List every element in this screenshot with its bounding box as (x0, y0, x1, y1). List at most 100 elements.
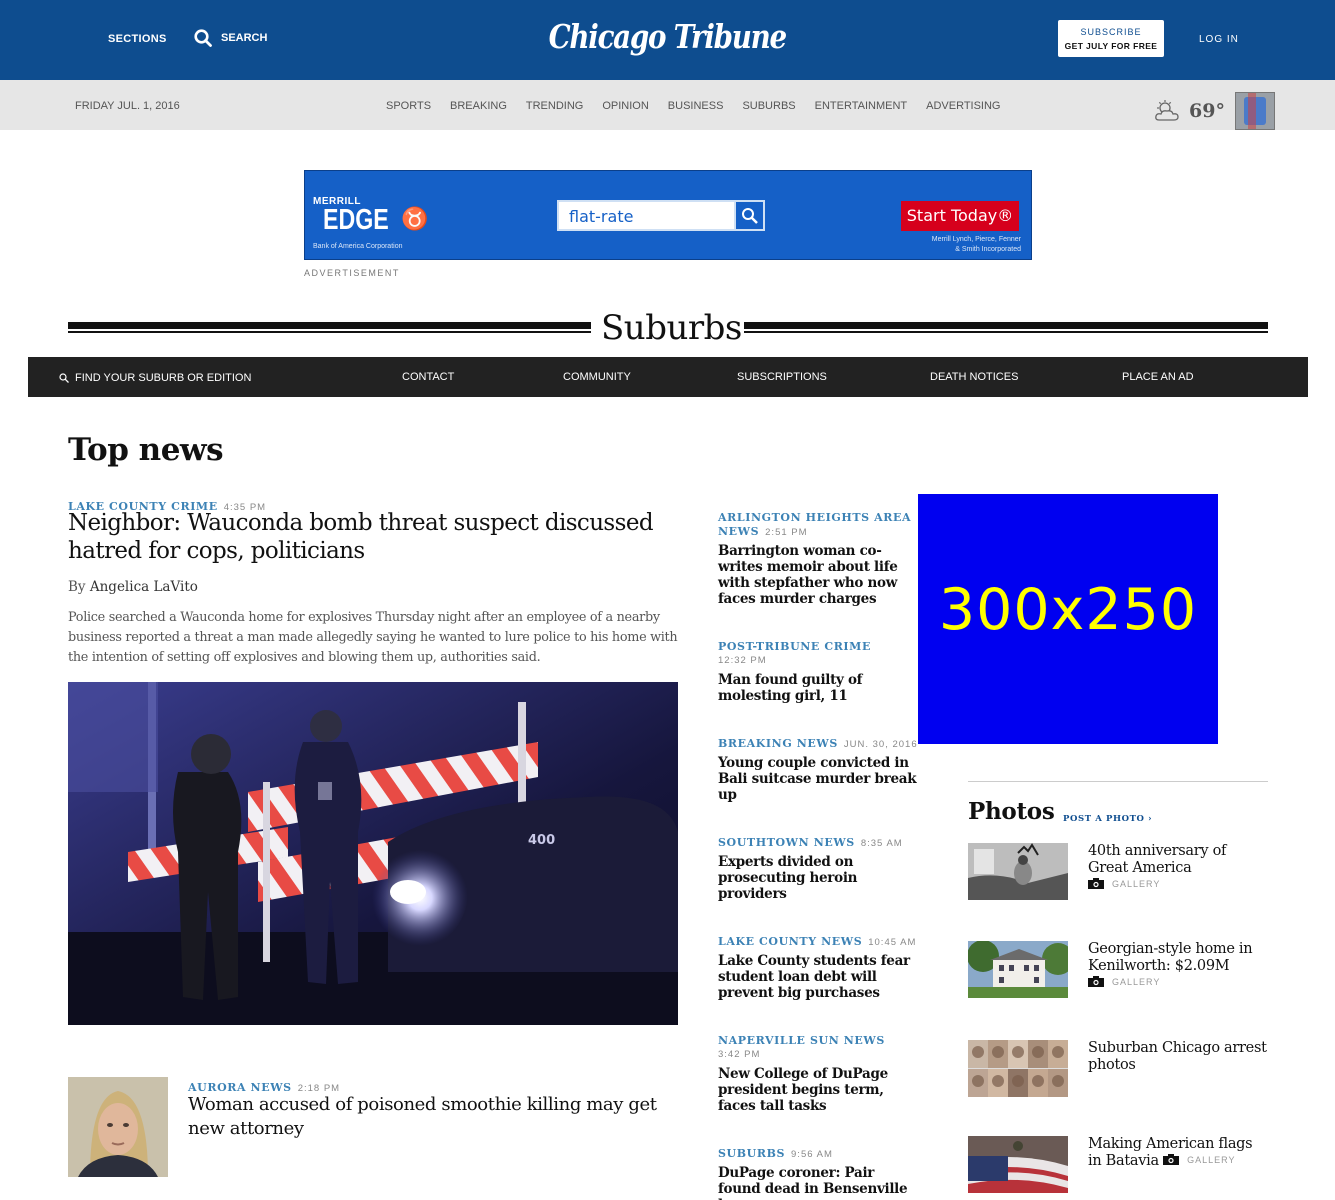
gallery-caption: Georgian-style home in Kenilworth: $2.09… (1088, 941, 1253, 987)
photos-heading: Photos (968, 798, 1055, 825)
nav-link-suburbs[interactable]: SUBURBS (742, 100, 795, 112)
top-news-heading: Top news (68, 432, 224, 468)
photo-gallery-item[interactable]: Suburban Chicago arrest photos (968, 1040, 1268, 1100)
section-nav-community[interactable]: COMMUNITY (563, 371, 631, 383)
bull-logo-icon: ♉ (401, 207, 429, 232)
list-item-headline[interactable]: Experts divided on prosecuting heroin pr… (718, 854, 918, 902)
camera-icon (1088, 878, 1104, 889)
section-title: Suburbs (601, 308, 742, 348)
ad-search-button[interactable] (734, 200, 765, 231)
ad-search-field[interactable]: flat-rate (557, 200, 765, 231)
ad-fine-print: Merrill Lynch, Pierce, Fenner & Smith Inc… (931, 236, 1021, 253)
section-nav: FIND YOUR SUBURB OR EDITION CONTACT COMM… (28, 357, 1308, 397)
ad-search-text: flat-rate (569, 207, 634, 226)
photos-divider (968, 781, 1268, 782)
list-item-headline[interactable]: New College of DuPage president begins t… (718, 1066, 918, 1114)
gallery-thumbnail[interactable] (968, 843, 1068, 900)
list-item: SOUTHTOWN NEWS 8:35 AM Experts divided on… (718, 836, 918, 902)
subscribe-button[interactable]: SUBSCRIBE GET JULY FOR FREE (1058, 20, 1164, 57)
list-item-headline[interactable]: Lake County students fear student loan d… (718, 953, 918, 1001)
section-header: Suburbs (68, 308, 1268, 348)
current-date: FRIDAY JUL. 1, 2016 (75, 100, 180, 112)
nav-link-trending[interactable]: TRENDING (526, 100, 583, 112)
magnifier-icon (741, 207, 758, 224)
list-item-kicker[interactable]: POST-TRIBUNE CRIME (718, 640, 918, 654)
secondary-nav: FRIDAY JUL. 1, 2016 SPORTS BREAKING TREN… (0, 80, 1335, 130)
nav-link-entertainment[interactable]: ENTERTAINMENT (815, 100, 908, 112)
photo-gallery-item[interactable]: Georgian-style home in Kenilworth: $2.09… (968, 941, 1268, 1001)
section-nav-subscriptions[interactable]: SUBSCRIPTIONS (737, 371, 827, 383)
camera-icon (1088, 976, 1104, 987)
search-icon (59, 373, 69, 383)
list-item-kicker[interactable]: ARLINGTON HEIGHTS AREA NEWS 2:51 PM (718, 511, 918, 539)
gallery-badge: GALLERY (1088, 976, 1160, 987)
list-item: ARLINGTON HEIGHTS AREA NEWS 2:51 PM Barri… (718, 511, 918, 607)
find-suburb-button[interactable]: FIND YOUR SUBURB OR EDITION (59, 372, 251, 384)
list-item-time: 8:35 AM (860, 838, 903, 849)
ad-cta-button[interactable]: Start Today® (901, 201, 1019, 231)
list-item-time: 9:56 AM (791, 1149, 833, 1160)
ad-brand-sub: Bank of America Corporation (313, 243, 403, 250)
story-thumbnail-aurora[interactable] (68, 1077, 168, 1177)
gallery-badge: GALLERY (1088, 878, 1160, 889)
list-item-headline[interactable]: Young couple convicted in Bali suitcase … (718, 755, 918, 803)
weather-temperature: 69° (1189, 100, 1225, 122)
section-nav-place-ad[interactable]: PLACE AN AD (1122, 371, 1194, 383)
list-item-time: 3:42 PM (718, 1049, 761, 1060)
section-rule-left (68, 322, 591, 333)
nav-link-opinion[interactable]: OPINION (602, 100, 648, 112)
find-suburb-label: FIND YOUR SUBURB OR EDITION (75, 372, 252, 384)
photo-gallery-item[interactable]: 40th anniversary of Great America GALLER… (968, 843, 1268, 903)
gallery-thumbnail[interactable] (968, 1136, 1068, 1193)
section-nav-contact[interactable]: CONTACT (402, 371, 454, 383)
list-item: POST-TRIBUNE CRIME 12:32 PM Man found gu… (718, 640, 918, 704)
lead-story-byline: By Angelica LaVito (68, 579, 198, 595)
post-photo-link[interactable]: POST A PHOTO › (1063, 814, 1152, 824)
section-rule-right (744, 322, 1268, 333)
nav-link-breaking[interactable]: BREAKING (450, 100, 507, 112)
list-item-kicker[interactable]: LAKE COUNTY NEWS 10:45 AM (718, 935, 918, 949)
subscribe-label: SUBSCRIBE (1080, 27, 1142, 37)
list-item: SUBURBS 9:56 AM DuPage coroner: Pair foun… (718, 1147, 918, 1200)
list-item-headline[interactable]: Man found guilty of molesting girl, 11 (718, 672, 918, 704)
section-nav-death-notices[interactable]: DEATH NOTICES (930, 371, 1018, 383)
subscribe-offer: GET JULY FOR FREE (1064, 41, 1158, 51)
author-name[interactable]: Angelica LaVito (90, 579, 198, 595)
gallery-caption: 40th anniversary of Great America GALLER… (1088, 843, 1227, 889)
site-header: SECTIONS SEARCH Chicago Tribune SUBSCRIB… (0, 0, 1335, 80)
list-item-kicker[interactable]: NAPERVILLE SUN NEWS (718, 1034, 918, 1048)
weather-radar-map[interactable] (1234, 92, 1275, 130)
gallery-thumbnail[interactable] (968, 941, 1068, 998)
advertisement-label: ADVERTISEMENT (304, 268, 400, 278)
list-item-kicker[interactable]: SUBURBS 9:56 AM (718, 1147, 918, 1161)
list-item: NAPERVILLE SUN NEWS 3:42 PM New College … (718, 1034, 918, 1114)
list-item-time: 12:32 PM (718, 655, 767, 666)
photo-gallery-item[interactable]: Making American flags in Batavia GALLERY (968, 1136, 1268, 1196)
lead-story-headline[interactable]: Neighbor: Wauconda bomb threat suspect d… (68, 509, 678, 565)
ad-banner[interactable]: MERRILL EDGE ♉ Bank of America Corporati… (304, 170, 1032, 260)
nav-link-business[interactable]: BUSINESS (668, 100, 724, 112)
lead-story-photo[interactable]: 400 (68, 682, 678, 1025)
list-item-headline[interactable]: DuPage coroner: Pair found dead in Bense… (718, 1165, 918, 1200)
ad-brand-main: EDGE (323, 204, 389, 236)
camera-icon (1163, 1154, 1180, 1165)
list-item-headline[interactable]: Barrington woman co-writes memoir about … (718, 543, 918, 607)
display-ad-300x250[interactable]: 300x250 (918, 494, 1218, 744)
gallery-caption: Suburban Chicago arrest photos (1088, 1040, 1267, 1073)
nav-link-advertising[interactable]: ADVERTISING (926, 100, 1000, 112)
list-item-kicker[interactable]: BREAKING NEWS JUN. 30, 2016 (718, 737, 918, 751)
weather-widget[interactable]: 69° (1153, 92, 1275, 130)
nav-link-sports[interactable]: SPORTS (386, 100, 431, 112)
list-item-time: 2:51 PM (765, 527, 808, 538)
gallery-caption: Making American flags in Batavia GALLERY (1088, 1136, 1253, 1169)
list-item-time: 10:45 AM (868, 937, 917, 948)
story-headline-aurora[interactable]: Woman accused of poisoned smoothie killi… (188, 1093, 678, 1141)
lead-story-summary: Police searched a Wauconda home for expl… (68, 610, 678, 665)
list-item-kicker[interactable]: SOUTHTOWN NEWS 8:35 AM (718, 836, 918, 850)
section-links: SPORTS BREAKING TRENDING OPINION BUSINES… (386, 100, 1001, 112)
list-item-time: JUN. 30, 2016 (843, 739, 918, 750)
gallery-badge: GALLERY (1163, 1154, 1235, 1165)
list-item: LAKE COUNTY NEWS 10:45 AM Lake County stu… (718, 935, 918, 1001)
gallery-thumbnail[interactable] (968, 1040, 1068, 1097)
login-link[interactable]: LOG IN (1199, 34, 1239, 45)
